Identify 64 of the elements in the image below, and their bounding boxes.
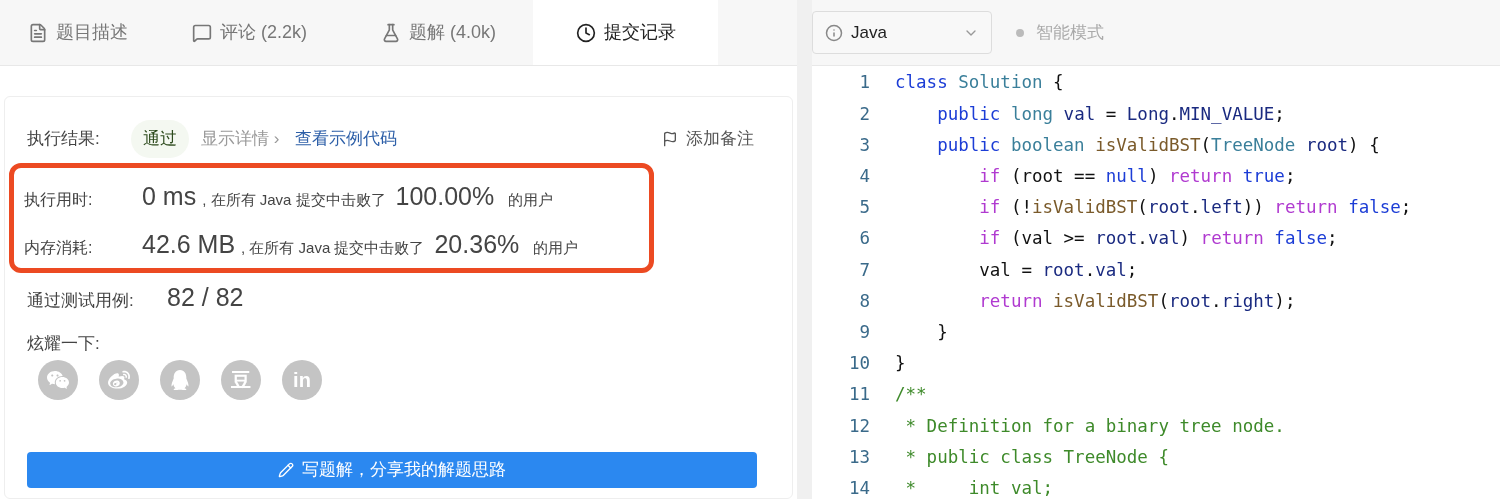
code-line: if (!isValidBST(root.left)) return false; [978,196,1412,220]
flag-icon [662,131,678,147]
flask-icon [381,22,401,43]
share-label: 炫耀一下: [27,332,101,355]
line-number: 13 [847,445,870,469]
line-number: 5 [858,196,870,220]
language-select[interactable]: Java [812,11,992,54]
code-line: return isValidBST(root.right); [978,289,1296,313]
mode-label: 智能模式 [1036,21,1104,44]
info-icon [825,23,843,42]
code-line: * Definition for a binary tree node. [904,414,1285,438]
share-button[interactable] [160,360,200,400]
code-line: * int val; [904,476,1054,499]
write-solution-button[interactable]: 写题解，分享我的解题思路 [27,452,757,488]
line-number: 14 [847,476,870,499]
stat-label: 执行用时: [24,190,94,210]
line-number: 2 [858,102,870,126]
add-note-button[interactable]: 添加备注 [662,126,754,152]
tests-value: 82 / 82 [167,282,244,313]
clock-icon [575,22,596,43]
tab[interactable]: 题解 (4.0k) [344,0,533,65]
stat-label: 内存消耗: [24,238,94,258]
stat-suffix: 的用户 [533,238,579,258]
share-button[interactable] [99,360,139,400]
line-number: 6 [858,227,870,251]
code-line: } [895,352,906,376]
pencil-icon [278,462,294,478]
line-number: 8 [858,289,870,313]
line-number: 12 [847,414,870,438]
stat-text: , 在所有 Java 提交中击败了 [241,238,425,258]
share-button[interactable] [38,360,78,400]
line-number: 1 [858,71,870,95]
code-line: class Solution { [895,71,1064,95]
line-number: 10 [847,352,870,376]
status-badge: 通过 [131,120,189,158]
eye-logo-icon [107,368,131,392]
stat-suffix: 的用户 [508,190,554,210]
stat-text: , 在所有 Java 提交中击败了 [202,190,386,210]
tab[interactable]: 题目描述 [0,0,155,65]
code-line: * public class TreeNode { [904,445,1169,469]
tests-label: 通过测试用例: [27,290,135,312]
sample-code-link[interactable]: 查看示例代码 [295,126,398,152]
stat-value: 42.6 MB [142,229,236,260]
line-number: 7 [858,258,870,282]
stat-value: 0 ms [142,181,197,212]
result-label: 执行结果: [27,128,101,151]
code-line: if (root == null) return true; [978,165,1296,189]
line-number: 9 [858,320,870,344]
code-line: /** [895,383,927,407]
details-link[interactable]: 显示详情 › [201,126,280,152]
line-number: 4 [858,165,870,189]
code-line: public long val = Long.MIN_VALUE; [936,102,1285,126]
tab[interactable]: 评论 (2.2k) [155,0,344,65]
stat-percent: 20.36% [434,229,520,260]
code-line: if (val >= root.val) return false; [978,227,1338,251]
stat-percent: 100.00% [395,181,495,212]
code-line: val = root.val; [978,258,1138,282]
code-line: public boolean isValidBST(TreeNode root) { [936,133,1380,157]
line-number: 3 [858,133,870,157]
chat-bubbles-icon [46,368,70,392]
line-number: 11 [847,383,870,407]
speech-bubble-icon [192,22,212,43]
code-line: } [936,320,948,344]
tab[interactable]: 提交记录 [533,0,718,65]
